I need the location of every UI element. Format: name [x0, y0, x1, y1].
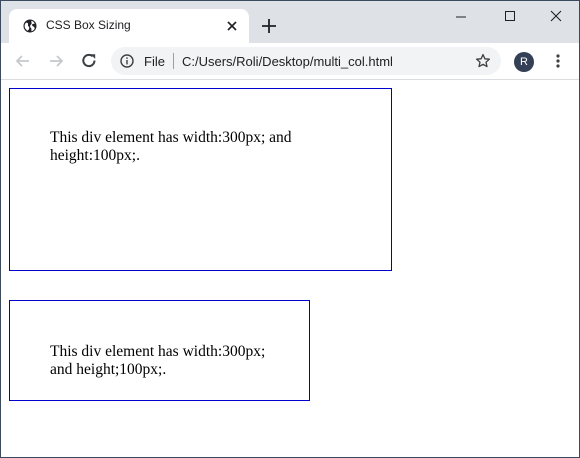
box-2-text: This div element has width:300px; and he… — [50, 343, 266, 378]
new-tab-plus-icon[interactable] — [259, 16, 279, 36]
info-icon[interactable] — [120, 54, 134, 68]
window-close-icon[interactable] — [536, 5, 576, 27]
arrow-left-icon[interactable] — [13, 51, 33, 71]
minimize-icon[interactable] — [441, 5, 481, 27]
content-box-2: This div element has width:300px; and he… — [9, 300, 310, 401]
tab-close-icon[interactable] — [225, 19, 239, 33]
maximize-icon[interactable] — [490, 5, 530, 27]
browser-window: CSS Box Sizing File C:/Users/Roli/Deskto… — [0, 0, 580, 458]
tab-active[interactable]: CSS Box Sizing — [9, 9, 249, 43]
content-box-1: This div element has width:300px; and he… — [9, 88, 392, 271]
page-viewport: This div element has width:300px; and he… — [1, 80, 579, 457]
address-bar[interactable]: File C:/Users/Roli/Desktop/multi_col.htm… — [111, 47, 501, 75]
tab-strip: CSS Box Sizing — [1, 1, 579, 43]
star-icon[interactable] — [475, 53, 491, 69]
reload-icon[interactable] — [79, 51, 99, 71]
arrow-right-icon[interactable] — [46, 51, 66, 71]
url-text[interactable]: C:/Users/Roli/Desktop/multi_col.html — [182, 54, 393, 69]
omnibox-divider — [173, 53, 174, 69]
profile-avatar[interactable]: R — [514, 52, 534, 72]
tab-title: CSS Box Sizing — [46, 18, 131, 32]
globe-icon — [23, 19, 37, 33]
browser-toolbar: File C:/Users/Roli/Desktop/multi_col.htm… — [1, 43, 579, 80]
kebab-menu-icon[interactable] — [551, 51, 565, 71]
box-1-text: This div element has width:300px; and he… — [50, 129, 292, 164]
scheme-label: File — [144, 54, 165, 69]
